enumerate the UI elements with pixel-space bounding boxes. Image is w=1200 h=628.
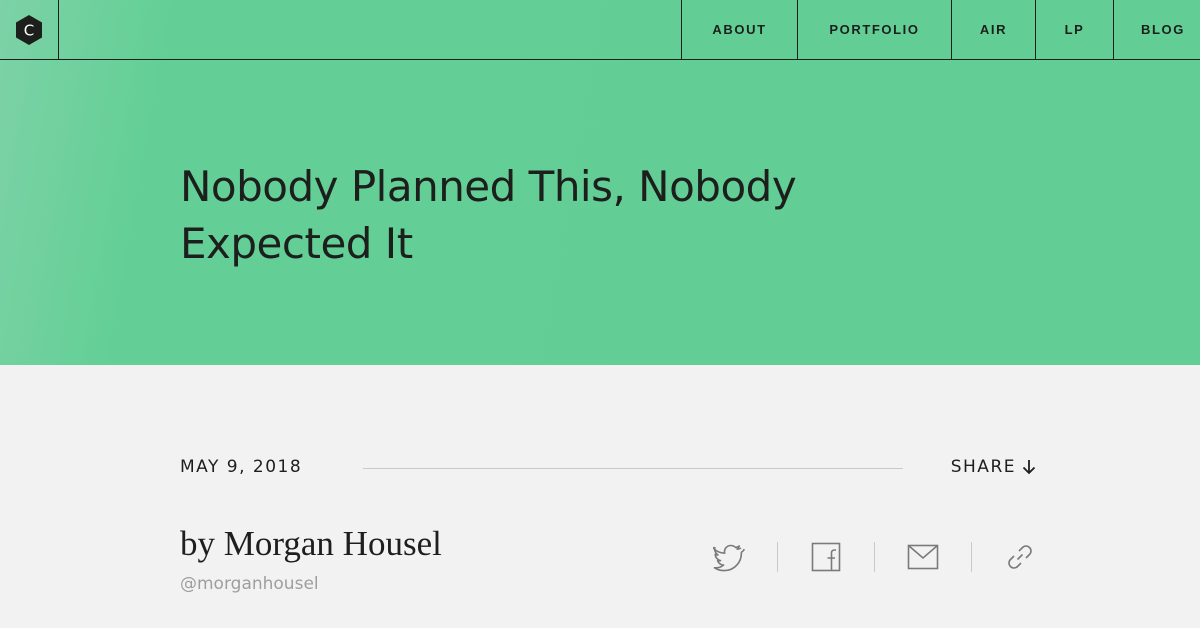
arrow-down-icon — [1022, 460, 1036, 475]
top-navigation-bar: C ABOUT PORTFOLIO AIR LP BLOG — [0, 0, 1200, 60]
nav-item-air[interactable]: AIR — [951, 0, 1035, 59]
share-twitter-button[interactable] — [700, 536, 758, 578]
title-line-2: Expected It — [180, 219, 413, 268]
author-handle-link[interactable]: @morganhousel — [180, 574, 319, 594]
logo-icon: C — [16, 14, 42, 45]
share-icons — [700, 536, 1049, 578]
nav-item-about[interactable]: ABOUT — [681, 0, 797, 59]
icon-separator — [777, 542, 778, 572]
logo[interactable]: C — [0, 0, 59, 59]
main-nav: ABOUT PORTFOLIO AIR LP BLOG — [681, 0, 1200, 59]
nav-item-lp[interactable]: LP — [1035, 0, 1113, 59]
share-label: SHARE — [950, 457, 1016, 477]
twitter-icon — [713, 544, 745, 572]
mail-icon — [907, 544, 939, 570]
author-name: by Morgan Housel — [180, 524, 442, 563]
share-button[interactable]: SHARE — [951, 457, 1036, 477]
logo-letter: C — [24, 21, 34, 39]
page-title: Nobody Planned This, Nobody Expected It — [180, 158, 940, 272]
link-icon — [1008, 545, 1032, 569]
icon-separator — [874, 542, 875, 572]
divider — [363, 468, 903, 469]
publish-date: MAY 9, 2018 — [180, 457, 303, 477]
copy-link-button[interactable] — [991, 536, 1049, 578]
icon-separator — [971, 542, 972, 572]
nav-item-portfolio[interactable]: PORTFOLIO — [797, 0, 951, 59]
share-facebook-button[interactable] — [797, 536, 855, 578]
article-meta-row: MAY 9, 2018 SHARE — [180, 455, 1036, 483]
nav-item-blog[interactable]: BLOG — [1113, 0, 1200, 59]
facebook-icon — [811, 542, 841, 572]
share-email-button[interactable] — [894, 536, 952, 578]
title-line-1: Nobody Planned This, Nobody — [180, 162, 797, 211]
